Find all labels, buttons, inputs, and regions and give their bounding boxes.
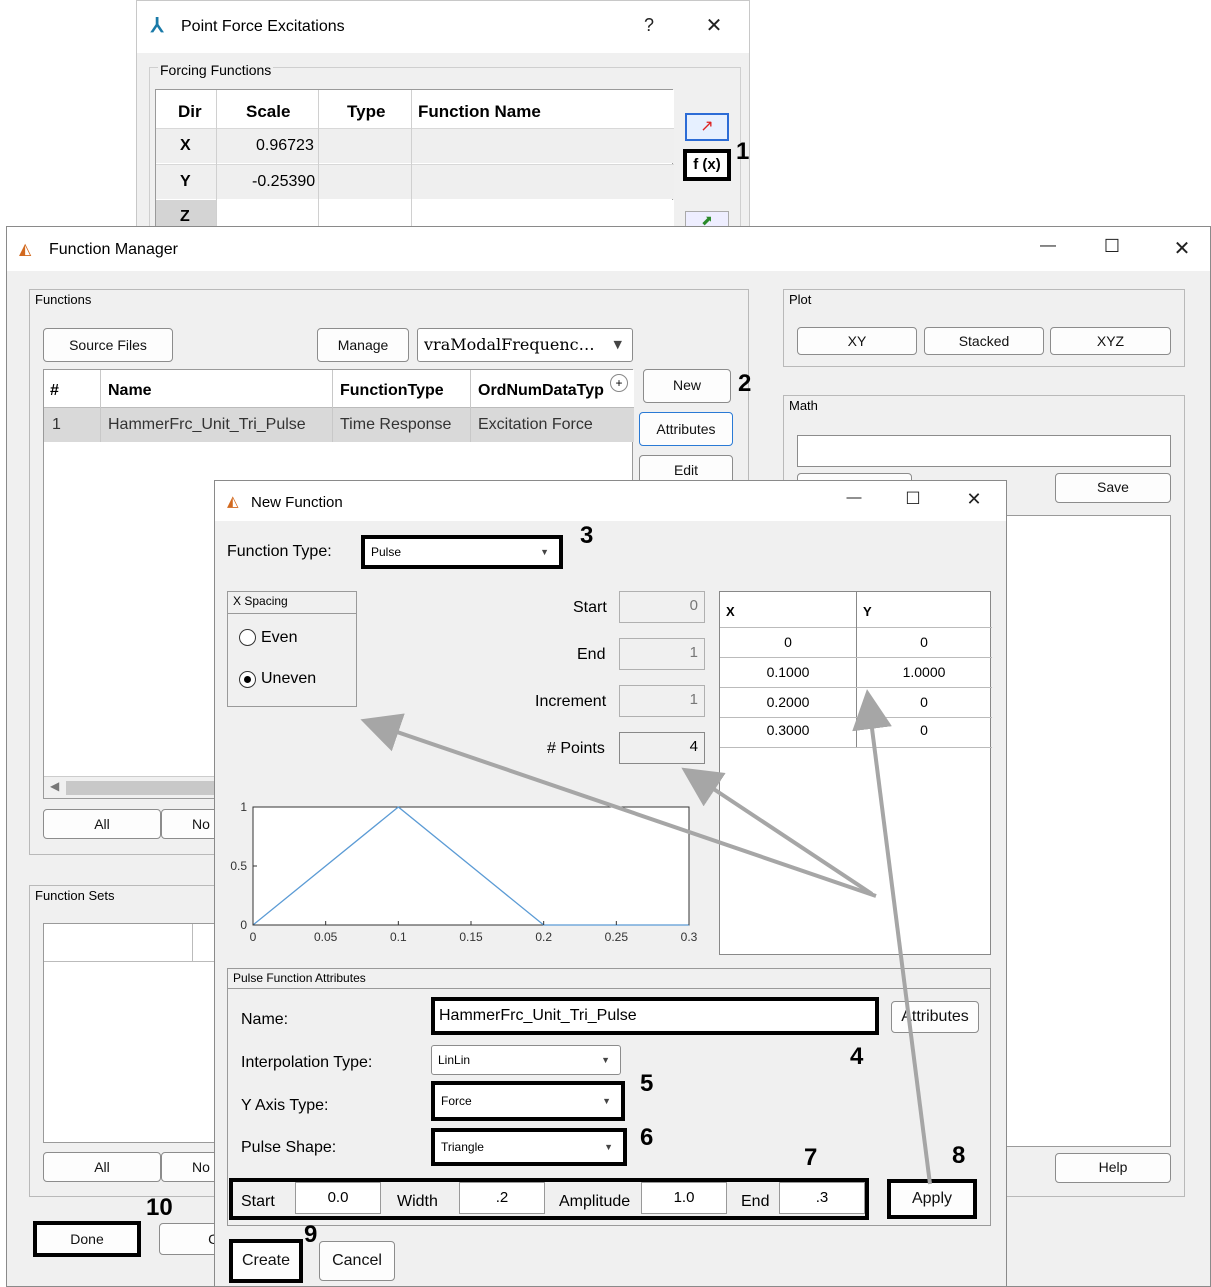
annotation-arrows bbox=[360, 689, 932, 1185]
callout-1: 1 bbox=[736, 138, 750, 165]
callout-7: 7 bbox=[804, 1144, 818, 1171]
arrow-to-x-spacing bbox=[360, 713, 877, 898]
callout-9: 9 bbox=[304, 1221, 318, 1248]
callout-3: 3 bbox=[580, 522, 594, 549]
callout-2: 2 bbox=[738, 370, 752, 397]
callout-5: 5 bbox=[640, 1070, 654, 1097]
arrow-to-xy-table bbox=[852, 689, 932, 1185]
callout-8: 8 bbox=[952, 1142, 966, 1169]
callout-4: 4 bbox=[850, 1043, 864, 1070]
callout-10: 10 bbox=[146, 1194, 173, 1221]
arrow-to-points bbox=[681, 767, 874, 896]
callout-6: 6 bbox=[640, 1124, 654, 1151]
